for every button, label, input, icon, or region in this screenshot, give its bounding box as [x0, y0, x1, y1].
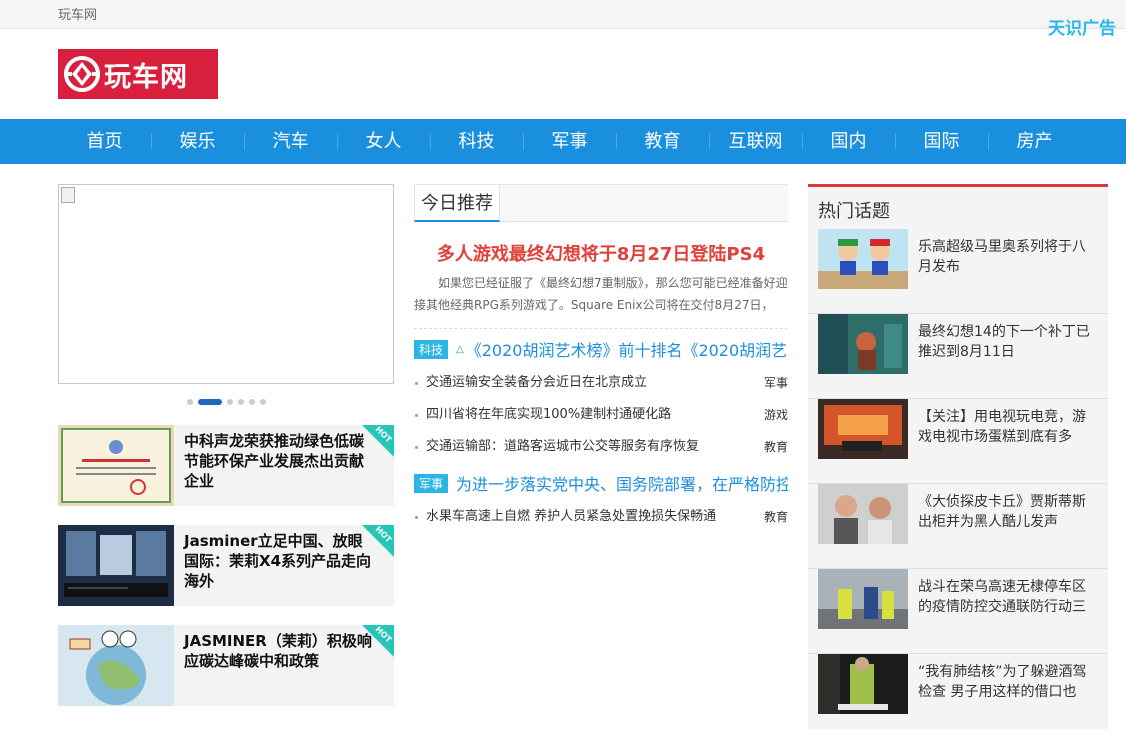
slider-dot[interactable]	[248, 399, 255, 405]
nav-item-military[interactable]: 军事	[523, 119, 616, 164]
headline-link[interactable]: 《2020胡润艺术榜》前十排名《2020胡润艺术榜》	[466, 337, 788, 361]
nav-item-tech[interactable]: 科技	[430, 119, 523, 164]
slider-dot[interactable]	[259, 399, 266, 405]
certificate-thumbnail	[58, 425, 174, 506]
night-check-thumbnail	[818, 654, 908, 714]
topic-title[interactable]: 【关注】用电视玩电竞，游戏电视市场蛋糕到底有多	[918, 407, 1093, 447]
headline-row[interactable]: 科技 △ 《2020胡润艺术榜》前十排名《2020胡润艺术榜》	[414, 331, 788, 367]
topic-item[interactable]: 最终幻想14的下一个补丁已推迟到8月11日	[808, 314, 1108, 399]
category-tag[interactable]: 科技	[414, 339, 449, 359]
logo-text: 玩车网	[104, 61, 188, 93]
card-title[interactable]: Jasminer立足中国、放眼国际：茉莉X4系列产品走向海外	[184, 531, 374, 591]
headline-row[interactable]: 军事 为进一步落实党中央、国务院部署，在严格防控	[414, 465, 788, 501]
category-tag[interactable]: 军事	[414, 473, 449, 493]
server-thumbnail	[58, 525, 174, 606]
topic-item[interactable]: 《大侦探皮卡丘》贾斯蒂斯出柜并为黑人酷儿发声	[808, 484, 1108, 569]
news-item[interactable]: 水果车高速上自燃 养护人员紧急处置挽损失保畅通 教育	[414, 501, 788, 533]
logo-mark-icon	[64, 56, 100, 92]
feature-summary: 如果您已经征服了《最终幻想7重制版》，那么您可能已经准备好迎接其他经典RPG系列…	[414, 276, 788, 312]
topic-title[interactable]: 战斗在荣乌高速无棣停车区的疫情防控交通联防行动三	[918, 577, 1093, 617]
main-nav: 首页 娱乐 汽车 女人 科技 军事 教育 互联网 国内 国际 房产	[0, 119, 1126, 164]
topic-title[interactable]: “我有肺结核”为了躲避酒驾检查 男子用这样的借口也	[918, 662, 1093, 702]
topic-item[interactable]: 战斗在荣乌高速无棣停车区的疫情防控交通联防行动三	[808, 569, 1108, 654]
nav-item-entertainment[interactable]: 娱乐	[151, 119, 244, 164]
card-title[interactable]: JASMINER（茉莉）积极响应碳达峰碳中和政策	[184, 631, 374, 671]
slider-dots	[58, 399, 394, 405]
news-title[interactable]: 水果车高速上自燃 养护人员紧急处置挽损失保畅通	[426, 509, 716, 524]
game-scene-thumbnail	[818, 314, 908, 374]
nav-item-realestate[interactable]: 房产	[988, 119, 1081, 164]
topic-item[interactable]: 乐高超级马里奥系列将于八月发布	[808, 229, 1108, 314]
topic-title[interactable]: 乐高超级马里奥系列将于八月发布	[918, 237, 1093, 277]
slider-image[interactable]	[58, 184, 394, 384]
nav-item-education[interactable]: 教育	[616, 119, 709, 164]
top-bar: 玩车网 天识广告	[0, 0, 1126, 39]
celebrity-photo-thumbnail	[818, 484, 908, 544]
slider-dot[interactable]	[237, 399, 244, 405]
news-item[interactable]: 四川省将在年底实现100%建制村通硬化路 游戏	[414, 399, 788, 431]
hot-topics-panel: 热门话题 乐高超级马里奥系列将于八月发布 最终幻想14的下一个补丁已推迟到8月1…	[808, 184, 1108, 729]
site-logo[interactable]: 玩车网	[58, 49, 218, 99]
header: 玩车网	[0, 29, 1126, 119]
nav-item-domestic[interactable]: 国内	[802, 119, 895, 164]
feature-title[interactable]: 多人游戏最终幻想将于8月27日登陆PS4	[414, 240, 788, 266]
tv-esports-thumbnail	[818, 399, 908, 459]
news-item[interactable]: 交通运输安全装备分会近日在北京成立 军事	[414, 367, 788, 399]
headline-link[interactable]: 为进一步落实党中央、国务院部署，在严格防控	[456, 471, 788, 495]
news-card[interactable]: 中科声龙荣获推动绿色低碳节能环保产业发展杰出贡献企业 HOT	[58, 425, 394, 506]
news-card[interactable]: JASMINER（茉莉）积极响应碳达峰碳中和政策 HOT	[58, 625, 394, 706]
nav-item-home[interactable]: 首页	[58, 119, 151, 164]
middle-column: 今日推荐 多人游戏最终幻想将于8月27日登陆PS4 如果您已经征服了《最终幻想7…	[414, 184, 788, 533]
news-title[interactable]: 四川省将在年底实现100%建制村通硬化路	[426, 407, 671, 422]
topic-item[interactable]: 【关注】用电视玩电竞，游戏电视市场蛋糕到底有多	[808, 399, 1108, 484]
topic-title[interactable]: 《大侦探皮卡丘》贾斯蒂斯出柜并为黑人酷儿发声	[918, 492, 1093, 532]
site-name[interactable]: 玩车网	[58, 4, 97, 23]
news-item[interactable]: 交通运输部：道路客运城市公交等服务有序恢复 教育	[414, 431, 788, 463]
nav-item-women[interactable]: 女人	[337, 119, 430, 164]
card-title[interactable]: 中科声龙荣获推动绿色低碳节能环保产业发展杰出贡献企业	[184, 431, 374, 491]
broken-image-icon	[61, 187, 75, 203]
earth-cartoon-thumbnail	[58, 625, 174, 706]
section-title: 今日推荐	[414, 185, 500, 222]
section-header: 今日推荐	[414, 184, 788, 222]
slider-dot[interactable]	[226, 399, 233, 405]
slider-dot-active[interactable]	[197, 399, 222, 405]
news-title[interactable]: 交通运输安全装备分会近日在北京成立	[426, 375, 647, 390]
news-category[interactable]: 游戏	[764, 399, 788, 431]
news-category[interactable]: 教育	[764, 501, 788, 533]
nav-item-internet[interactable]: 互联网	[709, 119, 802, 164]
left-column: 中科声龙荣获推动绿色低碳节能环保产业发展杰出贡献企业 HOT Jasminer立…	[58, 184, 394, 706]
topic-item[interactable]: “我有肺结核”为了躲避酒驾检查 男子用这样的借口也	[808, 654, 1108, 739]
slider-dot[interactable]	[186, 399, 193, 405]
news-category[interactable]: 教育	[764, 431, 788, 463]
hot-topics-list: 乐高超级马里奥系列将于八月发布 最终幻想14的下一个补丁已推迟到8月11日 【关…	[808, 229, 1108, 739]
news-card[interactable]: Jasminer立足中国、放眼国际：茉莉X4系列产品走向海外 HOT	[58, 525, 394, 606]
triangle-icon: △	[456, 343, 464, 355]
mario-lego-thumbnail	[818, 229, 908, 289]
nav-item-auto[interactable]: 汽车	[244, 119, 337, 164]
nav-item-international[interactable]: 国际	[895, 119, 988, 164]
topic-title[interactable]: 最终幻想14的下一个补丁已推迟到8月11日	[918, 322, 1093, 362]
news-title[interactable]: 交通运输部：道路客运城市公交等服务有序恢复	[426, 439, 699, 454]
news-category[interactable]: 军事	[764, 367, 788, 399]
divider	[414, 328, 788, 329]
highway-checkpoint-thumbnail	[818, 569, 908, 629]
hot-topics-title: 热门话题	[818, 201, 890, 222]
